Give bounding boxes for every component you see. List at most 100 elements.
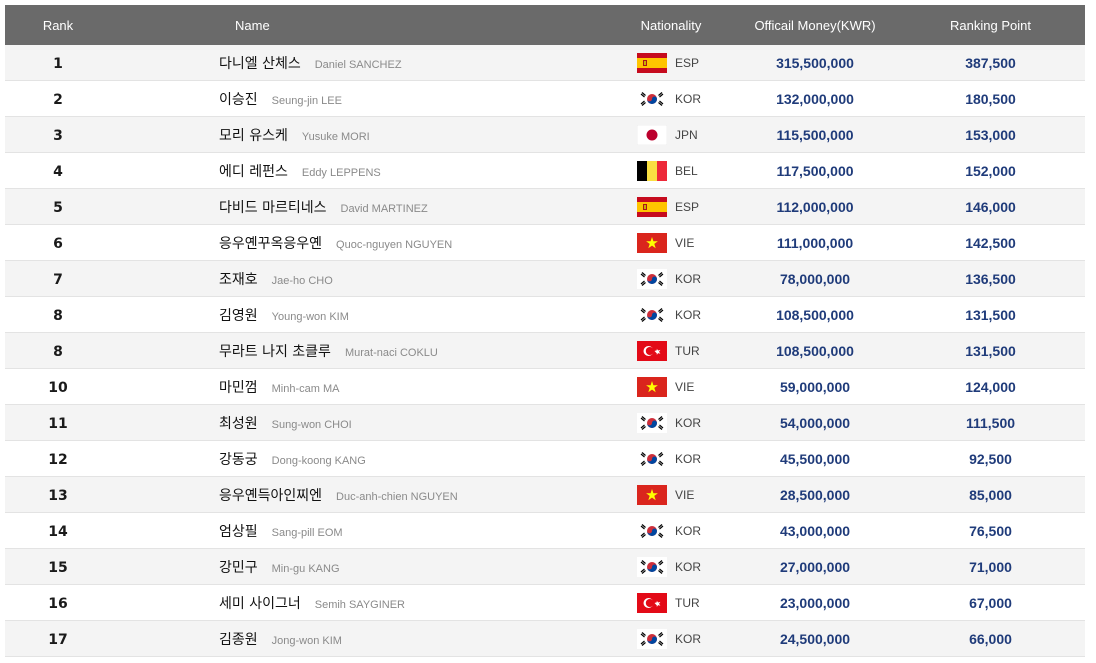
official-money-value: 27,000,000 xyxy=(779,559,851,575)
player-korean-name: 마민껌 xyxy=(219,379,258,396)
official-money-cell: 108,500,000 xyxy=(734,305,896,324)
rank-cell: 10 xyxy=(5,377,111,396)
official-money-value: 43,000,000 xyxy=(779,523,851,539)
official-money-value: 112,000,000 xyxy=(776,199,854,215)
player-korean-name: 이승진 xyxy=(219,91,258,108)
rank-value: 17 xyxy=(48,632,68,648)
table-row: 5 다비드 마르티네스 David MARTINEZ ESP 112,000,000 14… xyxy=(5,189,1085,225)
country-code: ESP xyxy=(675,199,700,214)
esp-flag-icon xyxy=(637,196,667,217)
ranking-point-value: 111,500 xyxy=(965,415,1016,431)
player-english-name: Murat-naci COKLU xyxy=(344,346,438,359)
nationality-cell: TUR xyxy=(608,340,734,361)
rank-value: 11 xyxy=(48,416,68,432)
country-code: KOR xyxy=(675,91,702,106)
official-money-cell: 108,500,000 xyxy=(734,341,896,360)
ranking-point-value: 67,000 xyxy=(969,595,1012,611)
table-row: 13 응우옌득아인찌엔 Duc-anh-chien NGUYEN VIE 28,500,… xyxy=(5,477,1085,513)
table-row: 1 다니엘 산체스 Daniel SANCHEZ ESP 315,500,000 387,… xyxy=(5,45,1085,81)
player-korean-name: 모리 유스케 xyxy=(219,127,288,144)
official-money-value: 28,500,000 xyxy=(779,487,851,503)
player-korean-name: 강동궁 xyxy=(219,451,258,468)
rank-value: 14 xyxy=(48,524,68,540)
esp-flag-icon xyxy=(637,52,667,73)
rank-cell: 12 xyxy=(5,449,111,468)
player-english-name: Young-won KIM xyxy=(271,310,349,323)
country-code: KOR xyxy=(675,307,702,322)
ranking-table: Rank Name Nationality Officail Money(KWR… xyxy=(5,5,1085,657)
official-money-cell: 45,500,000 xyxy=(734,449,896,468)
nationality-cell: VIE xyxy=(608,484,734,505)
official-money-value: 78,000,000 xyxy=(779,271,851,287)
rank-cell: 16 xyxy=(5,593,111,612)
player-english-name: David MARTINEZ xyxy=(340,202,428,215)
nationality-cell: KOR xyxy=(608,448,734,469)
bel-flag-icon xyxy=(637,160,667,181)
ranking-point-value: 66,000 xyxy=(969,631,1012,647)
ranking-point-cell: 66,000 xyxy=(896,629,1085,648)
ranking-point-value: 92,500 xyxy=(969,451,1012,467)
country-code: TUR xyxy=(675,595,700,610)
ranking-point-value: 152,000 xyxy=(965,163,1016,179)
player-english-name: Min-gu KANG xyxy=(271,562,340,575)
official-money-cell: 132,000,000 xyxy=(734,89,896,108)
country-code: KOR xyxy=(675,559,702,574)
player-english-name: Eddy LEPPENS xyxy=(301,166,381,179)
rank-value: 3 xyxy=(53,128,63,144)
rank-cell: 1 xyxy=(5,53,111,72)
name-cell: 이승진 Seung-jin LEE xyxy=(111,89,608,109)
official-money-cell: 117,500,000 xyxy=(734,161,896,180)
kor-flag-icon xyxy=(637,628,667,649)
table-row: 17 김종원 Jong-won KIM KOR 24,500,000 66,000 xyxy=(5,621,1085,657)
player-korean-name: 최성원 xyxy=(219,415,258,432)
rank-value: 6 xyxy=(53,236,63,252)
header-official-money: Officail Money(KWR) xyxy=(754,17,876,33)
country-code: VIE xyxy=(675,235,695,250)
ranking-point-value: 180,500 xyxy=(965,91,1016,107)
name-cell: 응우옌득아인찌엔 Duc-anh-chien NGUYEN xyxy=(111,485,608,505)
rank-value: 5 xyxy=(53,200,63,216)
rank-cell: 6 xyxy=(5,233,111,252)
table-row: 6 응우옌꾸옥응우옌 Quoc-nguyen NGUYEN VIE 111,000,00… xyxy=(5,225,1085,261)
rank-cell: 13 xyxy=(5,485,111,504)
country-code: KOR xyxy=(675,451,702,466)
player-english-name: Sang-pill EOM xyxy=(271,526,343,539)
ranking-point-value: 136,500 xyxy=(965,271,1016,287)
ranking-point-value: 76,500 xyxy=(969,523,1012,539)
ranking-point-cell: 142,500 xyxy=(896,233,1085,252)
nationality-cell: KOR xyxy=(608,412,734,433)
rank-value: 10 xyxy=(48,380,68,396)
player-korean-name: 응우옌득아인찌엔 xyxy=(219,487,323,504)
official-money-cell: 27,000,000 xyxy=(734,557,896,576)
official-money-cell: 24,500,000 xyxy=(734,629,896,648)
ranking-point-value: 142,500 xyxy=(965,235,1016,251)
player-korean-name: 응우옌꾸옥응우옌 xyxy=(219,235,323,252)
rank-value: 13 xyxy=(48,488,68,504)
official-money-value: 54,000,000 xyxy=(779,415,851,431)
official-money-cell: 111,000,000 xyxy=(734,233,896,252)
player-english-name: Duc-anh-chien NGUYEN xyxy=(336,490,458,503)
player-english-name: Seung-jin LEE xyxy=(271,94,342,107)
table-row: 8 무라트 나지 초클루 Murat-naci COKLU TUR 108,500,00… xyxy=(5,333,1085,369)
player-korean-name: 조재호 xyxy=(219,271,258,288)
ranking-point-cell: 180,500 xyxy=(896,89,1085,108)
country-code: ESP xyxy=(675,55,700,70)
kor-flag-icon xyxy=(637,412,667,433)
name-cell: 모리 유스케 Yusuke MORI xyxy=(111,125,608,145)
name-cell: 무라트 나지 초클루 Murat-naci COKLU xyxy=(111,341,608,361)
player-english-name: Quoc-nguyen NGUYEN xyxy=(336,238,453,251)
name-cell: 최성원 Sung-won CHOI xyxy=(111,413,608,433)
player-english-name: Jae-ho CHO xyxy=(271,274,333,287)
table-row: 16 세미 사이그너 Semih SAYGINER TUR 23,000,000 67,0… xyxy=(5,585,1085,621)
vie-flag-icon xyxy=(637,232,667,253)
table-body: 1 다니엘 산체스 Daniel SANCHEZ ESP 315,500,000 387,… xyxy=(5,45,1085,657)
official-money-value: 117,500,000 xyxy=(776,163,854,179)
country-code: KOR xyxy=(675,523,702,538)
ranking-point-cell: 146,000 xyxy=(896,197,1085,216)
nationality-cell: KOR xyxy=(608,304,734,325)
rank-value: 12 xyxy=(48,452,68,468)
ranking-point-cell: 71,000 xyxy=(896,557,1085,576)
nationality-cell: VIE xyxy=(608,376,734,397)
ranking-point-cell: 76,500 xyxy=(896,521,1085,540)
ranking-point-cell: 131,500 xyxy=(896,305,1085,324)
